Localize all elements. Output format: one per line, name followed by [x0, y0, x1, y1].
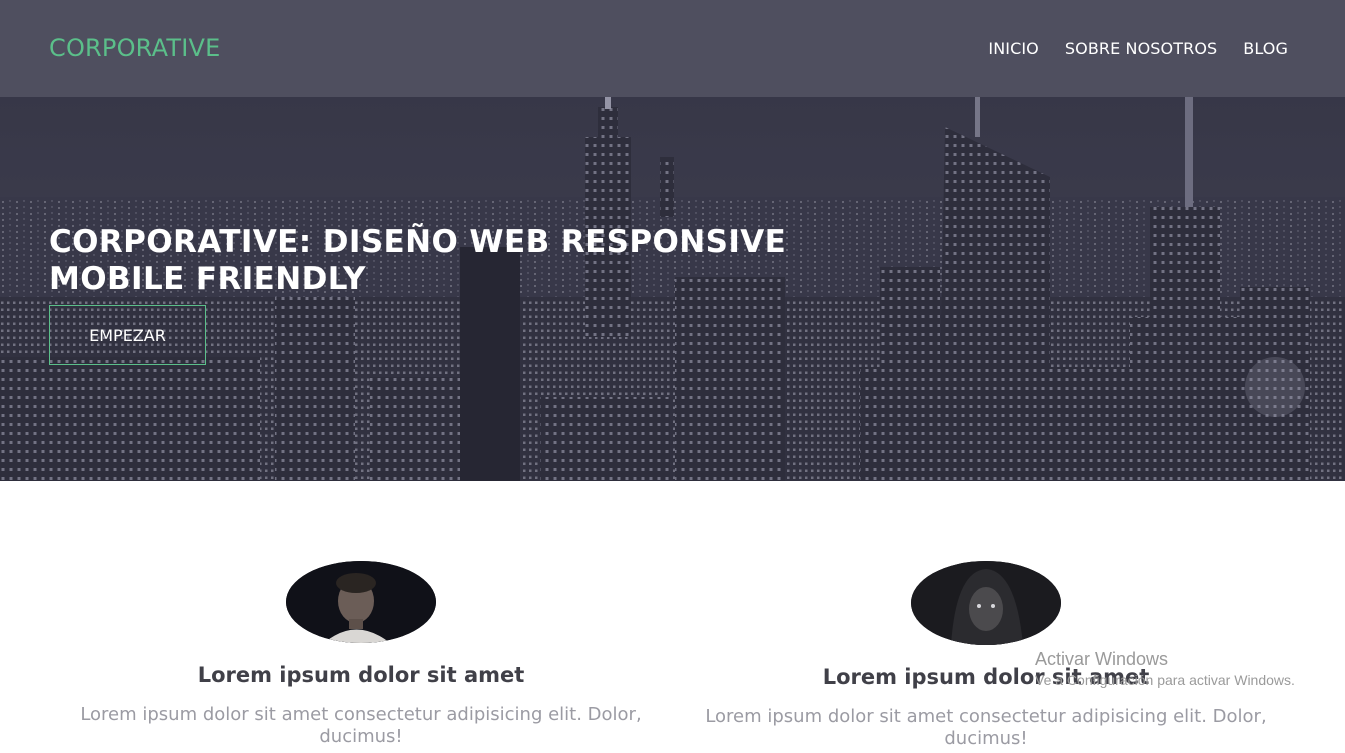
- hero-title-brand: CORPORATIVE:: [49, 224, 312, 260]
- avatar-woman: [911, 561, 1061, 645]
- navbar: CORPORATIVE INICIO SOBRE NOSOTROS BLOG: [0, 0, 1345, 97]
- feature-text: Lorem ipsum dolor sit amet consectetur a…: [80, 704, 642, 747]
- hero-section: CORPORATIVE: DISEÑO WEB RESPONSIVE MOBIL…: [0, 97, 1345, 481]
- brand-logo-link[interactable]: CORPORATIVE: [49, 34, 220, 62]
- nav-link-inicio[interactable]: INICIO: [988, 39, 1039, 58]
- watermark-title: Activar Windows: [1035, 649, 1169, 669]
- nav-link-blog[interactable]: BLOG: [1243, 39, 1288, 58]
- avatar-man: [286, 561, 436, 643]
- nav-link-sobre-nosotros[interactable]: SOBRE NOSOTROS: [1065, 39, 1217, 58]
- feature-card: Lorem ipsum dolor sit amet Lorem ipsum d…: [51, 561, 671, 748]
- hero-title: CORPORATIVE: DISEÑO WEB RESPONSIVE MOBIL…: [49, 224, 809, 298]
- features-section: Lorem ipsum dolor sit amet Lorem ipsum d…: [0, 481, 1345, 753]
- windows-activation-watermark: Activar Windows Ve a Configuración para …: [1035, 649, 1295, 688]
- feature-text: Lorem ipsum dolor sit amet consectetur a…: [705, 706, 1267, 749]
- feature-title: Lorem ipsum dolor sit amet: [197, 663, 525, 687]
- empezar-button[interactable]: EMPEZAR: [49, 305, 206, 365]
- main-nav: INICIO SOBRE NOSOTROS BLOG: [988, 39, 1288, 58]
- watermark-subtitle: Ve a Configuración para activar Windows.: [1035, 672, 1295, 688]
